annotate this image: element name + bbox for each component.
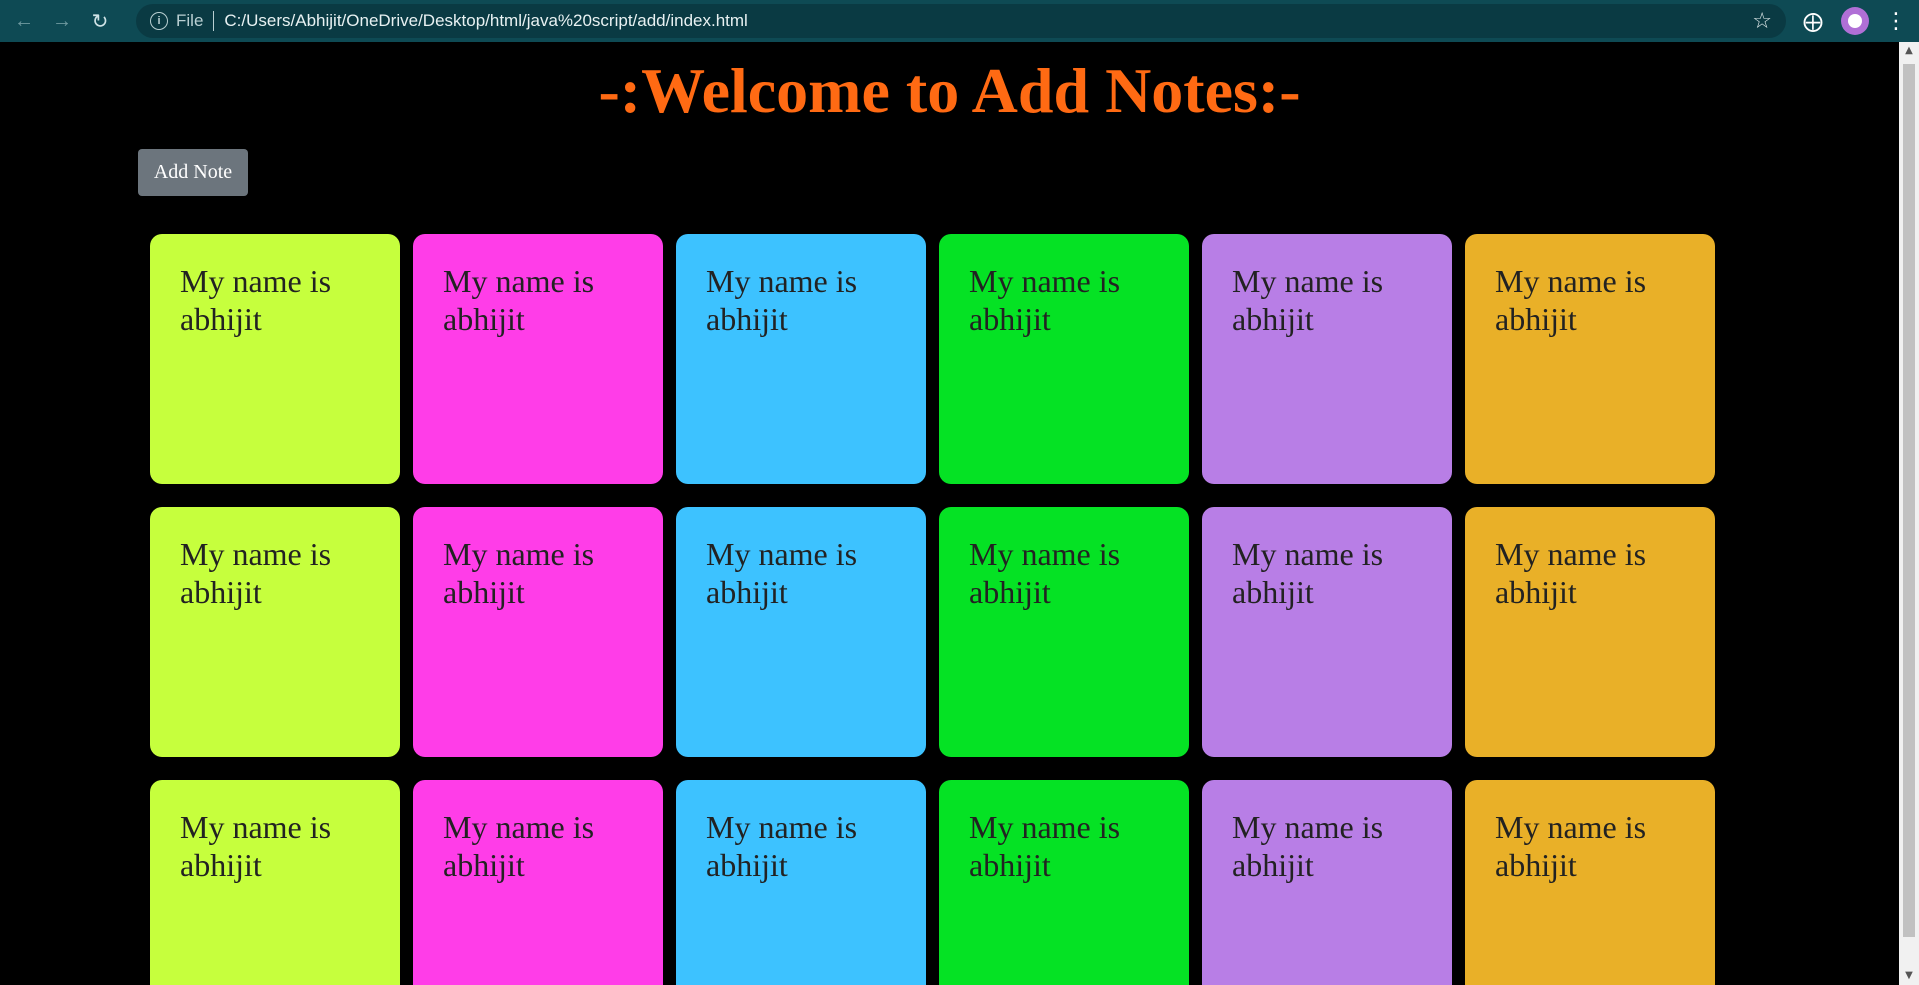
scroll-down-arrow-icon[interactable]: ▼ <box>1899 967 1919 985</box>
scheme-label: File <box>176 11 204 30</box>
note-card[interactable]: My name is abhijit <box>1465 780 1715 985</box>
note-card[interactable]: My name is abhijit <box>676 234 926 484</box>
address-bar[interactable]: i File C:/Users/Abhijit/OneDrive/Desktop… <box>136 4 1786 38</box>
note-text: My name is abhijit <box>443 263 595 338</box>
note-card[interactable]: My name is abhijit <box>939 507 1189 757</box>
note-text: My name is abhijit <box>1232 263 1384 338</box>
note-text: My name is abhijit <box>443 536 595 611</box>
note-text: My name is abhijit <box>1495 536 1647 611</box>
note-card[interactable]: My name is abhijit <box>676 507 926 757</box>
note-card[interactable]: My name is abhijit <box>1202 507 1452 757</box>
note-card[interactable]: My name is abhijit <box>1465 234 1715 484</box>
vertical-scrollbar[interactable]: ▲ ▼ <box>1899 42 1919 985</box>
add-note-button[interactable]: Add Note <box>138 149 248 196</box>
note-text: My name is abhijit <box>706 809 858 884</box>
url-text[interactable]: C:/Users/Abhijit/OneDrive/Desktop/html/j… <box>224 11 747 31</box>
puzzle-icon[interactable]: ⨁ <box>1803 9 1823 34</box>
note-text: My name is abhijit <box>1232 536 1384 611</box>
page-content: -:Welcome to Add Notes:- Add Note My nam… <box>0 42 1899 985</box>
note-card[interactable]: My name is abhijit <box>150 780 400 985</box>
note-card[interactable]: My name is abhijit <box>1202 780 1452 985</box>
info-icon[interactable]: i <box>150 12 168 30</box>
note-card[interactable]: My name is abhijit <box>939 780 1189 985</box>
back-icon[interactable]: ← <box>10 7 38 35</box>
divider <box>213 11 215 31</box>
note-text: My name is abhijit <box>706 263 858 338</box>
note-text: My name is abhijit <box>180 263 332 338</box>
scroll-thumb[interactable] <box>1903 64 1915 937</box>
note-card[interactable]: My name is abhijit <box>150 234 400 484</box>
note-card[interactable]: My name is abhijit <box>413 507 663 757</box>
browser-toolbar: ← → ↻ i File C:/Users/Abhijit/OneDrive/D… <box>0 0 1919 42</box>
note-card[interactable]: My name is abhijit <box>676 780 926 985</box>
notes-grid: My name is abhijit My name is abhijit My n… <box>150 234 1715 985</box>
note-card[interactable]: My name is abhijit <box>1465 507 1715 757</box>
note-card[interactable]: My name is abhijit <box>413 234 663 484</box>
reload-icon[interactable]: ↻ <box>86 7 114 35</box>
note-text: My name is abhijit <box>1495 263 1647 338</box>
note-text: My name is abhijit <box>969 809 1121 884</box>
note-text: My name is abhijit <box>180 809 332 884</box>
profile-avatar[interactable] <box>1841 7 1869 35</box>
note-card[interactable]: My name is abhijit <box>150 507 400 757</box>
note-text: My name is abhijit <box>180 536 332 611</box>
note-text: My name is abhijit <box>443 809 595 884</box>
note-text: My name is abhijit <box>1495 809 1647 884</box>
menu-dots-icon[interactable]: ⋮ <box>1885 10 1907 32</box>
note-text: My name is abhijit <box>706 536 858 611</box>
star-icon[interactable]: ☆ <box>1752 8 1772 34</box>
note-card[interactable]: My name is abhijit <box>939 234 1189 484</box>
note-card[interactable]: My name is abhijit <box>413 780 663 985</box>
forward-icon[interactable]: → <box>48 7 76 35</box>
note-card[interactable]: My name is abhijit <box>1202 234 1452 484</box>
page-title: -:Welcome to Add Notes:- <box>598 55 1301 126</box>
scroll-up-arrow-icon[interactable]: ▲ <box>1899 42 1919 60</box>
note-text: My name is abhijit <box>969 263 1121 338</box>
note-text: My name is abhijit <box>969 536 1121 611</box>
note-text: My name is abhijit <box>1232 809 1384 884</box>
